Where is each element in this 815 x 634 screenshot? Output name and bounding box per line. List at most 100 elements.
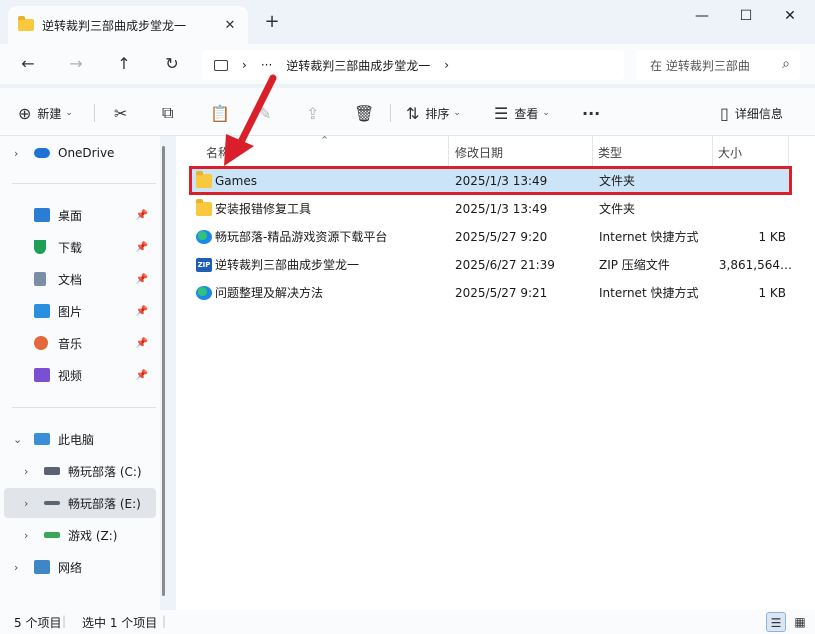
up-button[interactable]: ↑ — [110, 52, 138, 76]
chevron-right-icon[interactable]: › — [24, 529, 28, 542]
address-bar[interactable]: › ··· 逆转裁判三部曲成步堂龙一 › — [202, 50, 624, 80]
search-input[interactable]: 在 逆转裁判三部曲 ⌕ — [636, 50, 800, 80]
sidebar-item-label: 视频 — [58, 368, 83, 383]
sidebar-item-label: 网络 — [58, 560, 83, 575]
file-row[interactable]: ZIP 逆转裁判三部曲成步堂龙一 2025/6/27 21:39 ZIP 压缩文… — [190, 251, 792, 279]
breadcrumb-current[interactable]: 逆转裁判三部曲成步堂龙一 — [286, 57, 430, 74]
column-divider[interactable] — [592, 136, 593, 166]
navigation-bar: ← → ↑ ↻ › ··· 逆转裁判三部曲成步堂龙一 › 在 逆转裁判三部曲 ⌕ — [0, 44, 815, 84]
sidebar-item-label: 文档 — [58, 272, 83, 287]
sort-label: 排序 — [425, 106, 450, 121]
file-row[interactable]: 畅玩部落-精品游戏资源下载平台 2025/5/27 9:20 Internet … — [190, 223, 792, 251]
tab-close-icon[interactable]: ✕ — [222, 18, 238, 33]
view-button[interactable]: ☰ 查看 ⌄ — [494, 102, 550, 124]
sidebar-item-this-pc[interactable]: ⌄ 此电脑 — [0, 424, 156, 454]
status-bar: 5 个项目 | 选中 1 个项目 | ☰ ▦ — [0, 610, 815, 634]
file-modified: 2025/5/27 9:21 — [455, 286, 548, 300]
search-icon: ⌕ — [782, 56, 790, 72]
file-row[interactable]: 安装报错修复工具 2025/1/3 13:49 文件夹 — [190, 195, 792, 223]
copy-button[interactable]: ⧉ — [162, 102, 179, 124]
column-header-modified[interactable]: 修改日期 — [455, 140, 503, 166]
column-header-name[interactable]: 名称 — [206, 140, 230, 166]
details-pane-icon: ▯ — [720, 103, 729, 123]
details-label: 详细信息 — [734, 106, 783, 121]
cut-button[interactable]: ✂ — [114, 102, 133, 124]
sort-button[interactable]: ⇅ 排序 ⌄ — [406, 102, 461, 124]
new-button[interactable]: ⊕ 新建 ⌄ — [18, 102, 73, 124]
pin-icon[interactable]: 📌 — [136, 338, 148, 349]
forward-button[interactable]: → — [62, 52, 90, 76]
sidebar-item-documents[interactable]: 文档 📌 — [0, 264, 156, 294]
sidebar-item-label: 游戏 (Z:) — [68, 528, 118, 543]
file-list: ⌃ 名称 修改日期 类型 大小 Games 2025/1/3 13:49 文件夹… — [176, 134, 815, 610]
divider — [390, 104, 391, 122]
sidebar-item-drive-e[interactable]: › 畅玩部落 (E:) — [4, 488, 156, 518]
status-divider: | — [162, 614, 167, 628]
paste-button[interactable]: 📋 — [210, 102, 236, 124]
refresh-button[interactable]: ↻ — [158, 52, 186, 76]
view-label: 查看 — [514, 106, 539, 121]
sidebar-item-label: 图片 — [58, 304, 83, 319]
chevron-right-icon[interactable]: › — [14, 147, 18, 160]
chevron-right-icon[interactable]: › — [24, 465, 28, 478]
search-placeholder: 在 逆转裁判三部曲 — [650, 58, 750, 73]
tab-current-folder[interactable]: 逆转裁判三部曲成步堂龙一 ✕ — [8, 6, 248, 44]
cloud-icon — [34, 148, 50, 158]
sidebar-item-music[interactable]: 音乐 📌 — [0, 328, 156, 358]
chevron-right-icon[interactable]: › — [14, 561, 18, 574]
chevron-right-icon[interactable]: › — [24, 497, 28, 510]
sidebar-item-label: 下载 — [58, 240, 83, 255]
file-type: 文件夹 — [599, 202, 636, 216]
maximize-button[interactable]: ☐ — [724, 4, 768, 28]
column-divider[interactable] — [788, 136, 789, 166]
file-size — [718, 195, 786, 223]
sidebar-item-onedrive[interactable]: › OneDrive — [0, 138, 156, 168]
close-window-button[interactable]: ✕ — [768, 4, 812, 28]
file-size: 3,861,564… — [718, 258, 792, 272]
document-icon — [34, 272, 46, 286]
file-modified: 2025/1/3 13:49 — [455, 202, 548, 216]
sidebar-item-drive-c[interactable]: › 畅玩部落 (C:) — [0, 456, 156, 486]
pin-icon[interactable]: 📌 — [136, 274, 148, 285]
chevron-down-icon[interactable]: ⌄ — [13, 433, 22, 446]
share-button[interactable]: ⇪ — [306, 102, 325, 124]
pin-icon[interactable]: 📌 — [136, 306, 148, 317]
sidebar-item-downloads[interactable]: 下载 📌 — [0, 232, 156, 262]
sidebar-item-label: 桌面 — [58, 208, 83, 223]
column-header-type[interactable]: 类型 — [598, 140, 622, 166]
video-icon — [34, 368, 50, 382]
minimize-button[interactable]: — — [680, 4, 724, 28]
pin-icon[interactable]: 📌 — [136, 242, 148, 253]
sidebar-scrollbar[interactable] — [162, 146, 165, 596]
pin-icon[interactable]: 📌 — [136, 370, 148, 381]
rename-button[interactable]: ✎ — [258, 102, 277, 124]
title-bar: 逆转裁判三部曲成步堂龙一 ✕ + — ☐ ✕ — [0, 0, 815, 44]
divider — [94, 104, 95, 122]
network-icon — [34, 560, 50, 574]
more-options-button[interactable]: ··· — [582, 102, 606, 124]
sidebar-item-videos[interactable]: 视频 📌 — [0, 360, 156, 390]
sidebar-item-pictures[interactable]: 图片 📌 — [0, 296, 156, 326]
sidebar-item-label: 音乐 — [58, 336, 83, 351]
sidebar-item-drive-z[interactable]: › 游戏 (Z:) — [0, 520, 156, 550]
tiles-view-button[interactable]: ▦ — [790, 612, 810, 632]
selected-count: 选中 1 个项目 — [82, 616, 158, 630]
sort-icon: ⇅ — [406, 103, 420, 123]
details-pane-button[interactable]: ▯ 详细信息 — [720, 102, 783, 124]
chevron-down-icon: ⌄ — [453, 108, 461, 118]
column-divider[interactable] — [712, 136, 713, 166]
sidebar-item-desktop[interactable]: 桌面 📌 — [0, 200, 156, 230]
breadcrumb-chevron-icon[interactable]: › — [444, 58, 449, 72]
breadcrumb-more[interactable]: ··· — [261, 58, 272, 72]
column-divider[interactable] — [448, 136, 449, 166]
clipboard-icon: 📋 — [210, 103, 230, 123]
column-header-size[interactable]: 大小 — [718, 140, 742, 166]
details-view-button[interactable]: ☰ — [766, 612, 786, 632]
delete-button[interactable]: 🗑 — [354, 102, 380, 124]
back-button[interactable]: ← — [14, 52, 42, 76]
file-row[interactable]: 问题整理及解决方法 2025/5/27 9:21 Internet 快捷方式 1… — [190, 279, 792, 307]
internet-shortcut-icon — [196, 230, 212, 244]
new-tab-button[interactable]: + — [262, 12, 282, 32]
pin-icon[interactable]: 📌 — [136, 210, 148, 221]
sidebar-item-network[interactable]: › 网络 — [0, 552, 156, 582]
